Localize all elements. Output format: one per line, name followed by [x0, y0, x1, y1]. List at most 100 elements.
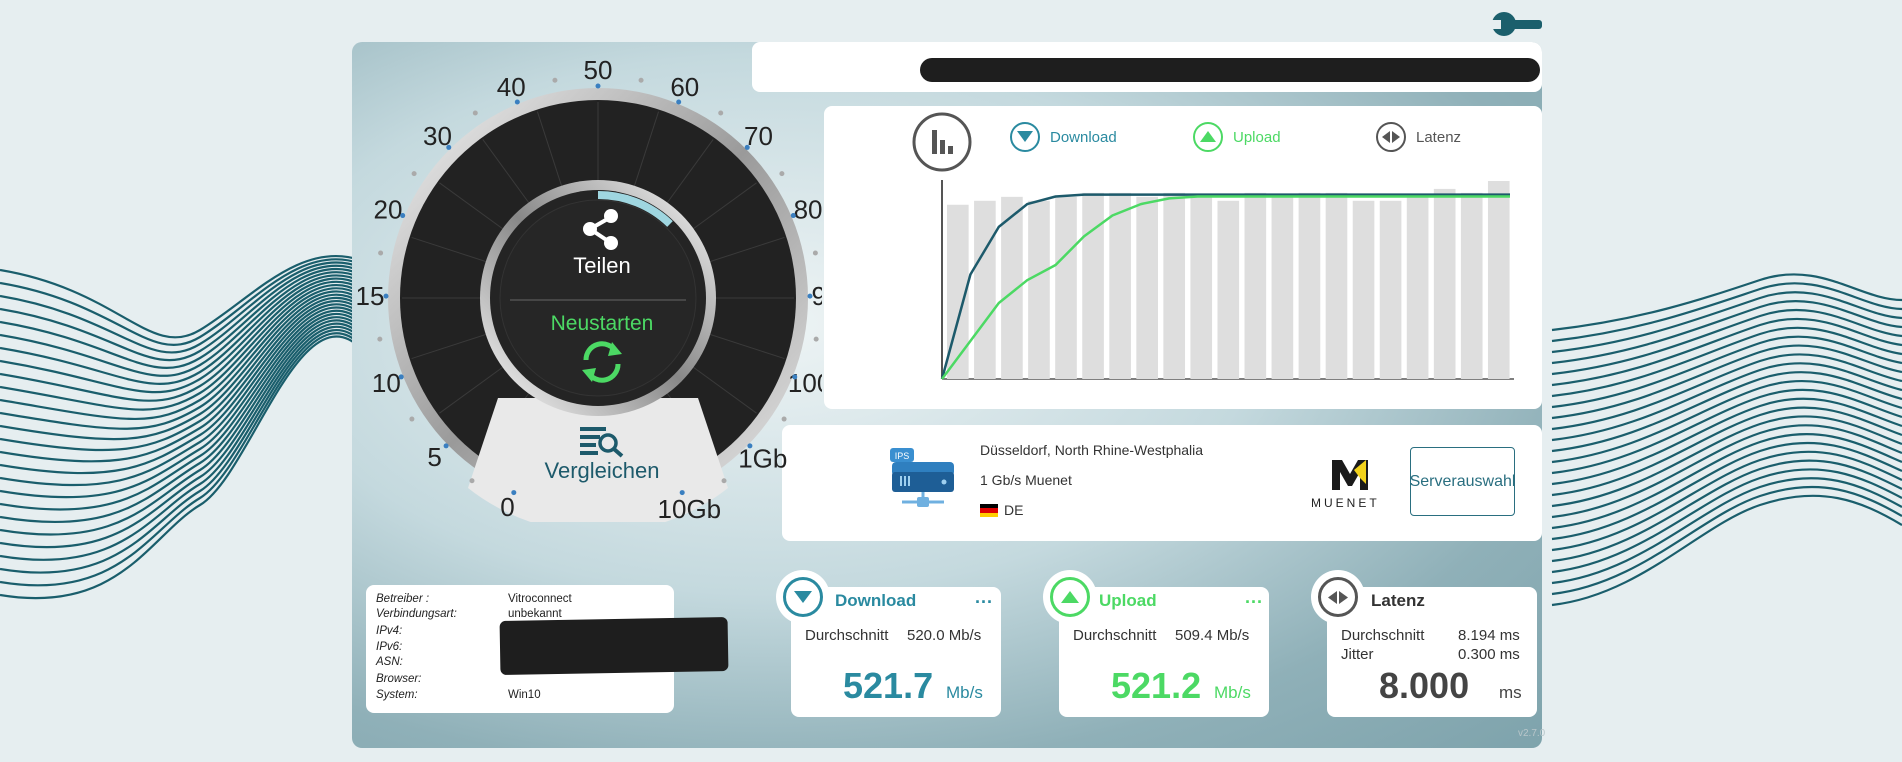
server-provider: 1 Gb/s Muenet	[980, 472, 1072, 488]
chart-bar	[1379, 200, 1402, 379]
download-unit: Mb/s	[946, 683, 983, 702]
chart-bar	[1190, 196, 1213, 379]
server-select-button[interactable]: Serverauswahl	[1410, 447, 1515, 516]
info-value: Win10	[508, 689, 541, 701]
latency-unit: ms	[1499, 683, 1522, 702]
chart-bar	[1055, 196, 1077, 379]
redacted-info	[499, 617, 729, 675]
upload-arrow-icon	[1193, 122, 1223, 152]
upload-circle-icon	[1050, 577, 1090, 617]
gauge-tick-mark	[679, 490, 685, 496]
chart-bar	[1460, 192, 1483, 379]
latency-avg-value: 8.194 ms	[1458, 627, 1520, 644]
gauge-minor-dot	[377, 336, 383, 342]
latency-circle-icon	[1318, 577, 1358, 617]
speed-chart	[940, 180, 1514, 380]
upload-unit: Mb/s	[1214, 683, 1251, 702]
wave-line-left	[0, 325, 361, 561]
gauge-tick-mark	[747, 443, 753, 449]
server-location: Düsseldorf, North Rhine-Westphalia	[980, 442, 1204, 458]
gauge-tick-label: 5	[427, 442, 441, 472]
gauge-tick-label: 50	[584, 55, 613, 85]
legend-latency-label: Latenz	[1416, 128, 1462, 146]
info-key: IPv4:	[376, 625, 403, 637]
download-arrow-icon	[1010, 122, 1040, 152]
ips-label: IPS	[895, 451, 910, 461]
chart-bar	[1217, 200, 1240, 379]
gauge-tick-mark	[807, 293, 813, 299]
share-button[interactable]: Teilen	[532, 253, 672, 279]
gauge-minor-dot	[813, 336, 819, 342]
gauge-tick-label: 10Gb	[658, 494, 722, 522]
info-key: ASN:	[376, 656, 403, 668]
latency-jitter-label: Jitter	[1341, 646, 1374, 663]
share-icon[interactable]	[570, 205, 634, 255]
germany-flag-icon	[980, 504, 998, 517]
gauge-tick-mark	[398, 374, 404, 380]
restart-button[interactable]: Neustarten	[522, 312, 682, 336]
gauge-tick-label: 10	[372, 368, 401, 398]
legend-upload-label: Upload	[1233, 128, 1281, 146]
chart-bar	[1136, 196, 1158, 379]
legend-download[interactable]: Download	[1010, 122, 1117, 152]
gauge-tick-mark	[443, 443, 449, 449]
gauge-tick-mark	[595, 83, 601, 89]
latency-title: Latenz	[1371, 591, 1425, 610]
download-more-button[interactable]: ...	[975, 587, 993, 608]
gauge-tick-label: 15	[356, 281, 385, 311]
wave-line-right	[1551, 433, 1902, 530]
gauge-tick-mark	[676, 99, 682, 105]
chart-bar	[1487, 181, 1510, 379]
gauge-tick-mark	[792, 374, 798, 380]
info-key: System:	[376, 689, 418, 701]
gauge-minor-dot	[411, 171, 417, 177]
compare-button[interactable]: Vergleichen	[522, 458, 682, 484]
info-key: Verbindungsart:	[376, 608, 457, 620]
legend-latency[interactable]: Latenz	[1376, 122, 1461, 152]
gauge-tick-label: 60	[670, 72, 699, 102]
chart-bar	[1298, 192, 1321, 379]
connection-info-card: Betreiber : Vitroconnect Verbindungsart: un…	[366, 585, 729, 713]
upload-value: 521.2	[1111, 665, 1202, 706]
gauge-tick-label: 20	[373, 194, 402, 224]
chart-bar	[974, 200, 996, 379]
download-circle-icon	[783, 577, 823, 617]
server-country: DE	[1004, 502, 1024, 518]
upload-badge	[1043, 570, 1097, 624]
gauge-tick-label: 100	[788, 368, 822, 398]
chart-bar	[1271, 196, 1294, 379]
chart-toggle-icon[interactable]	[912, 112, 972, 172]
gauge-tick-label: 80	[794, 194, 822, 224]
gauge-tick-label: 90	[812, 281, 822, 311]
wrench-icon[interactable]	[1490, 10, 1544, 40]
legend-upload[interactable]: Upload	[1193, 122, 1281, 152]
chart-bar	[1325, 192, 1348, 379]
gauge-tick-mark	[514, 99, 520, 105]
info-key: Betreiber :	[376, 593, 430, 605]
gauge-minor-dot	[721, 478, 727, 484]
wave-line-right	[1551, 326, 1902, 398]
download-avg-value: 520.0 Mb/s	[907, 627, 982, 644]
download-avg-label: Durchschnitt	[805, 627, 889, 644]
latency-badge	[1311, 570, 1365, 624]
gauge-tick-mark	[383, 293, 389, 299]
upload-more-button[interactable]: ...	[1245, 587, 1263, 608]
latency-value: 8.000	[1379, 665, 1470, 706]
latency-arrows-icon	[1376, 122, 1406, 152]
download-title: Download	[835, 591, 917, 610]
upload-title: Upload	[1099, 591, 1157, 610]
info-key: Browser:	[376, 673, 422, 685]
chart-bar	[1163, 192, 1186, 379]
gauge-minor-dot	[469, 478, 475, 484]
chart-bar	[1082, 192, 1104, 379]
refresh-icon[interactable]	[578, 338, 626, 391]
gauge-tick-mark	[400, 213, 406, 219]
muenet-logo-text: MUENET	[1311, 496, 1380, 510]
gauge-tick-mark	[790, 213, 796, 219]
chart-bar	[1433, 188, 1456, 379]
chart-bar	[1406, 196, 1429, 379]
muenet-logo	[1330, 458, 1370, 497]
gauge-tick-mark	[511, 490, 517, 496]
version-label: v2.7.0	[1518, 728, 1546, 739]
latency-jitter-value: 0.300 ms	[1458, 646, 1520, 663]
